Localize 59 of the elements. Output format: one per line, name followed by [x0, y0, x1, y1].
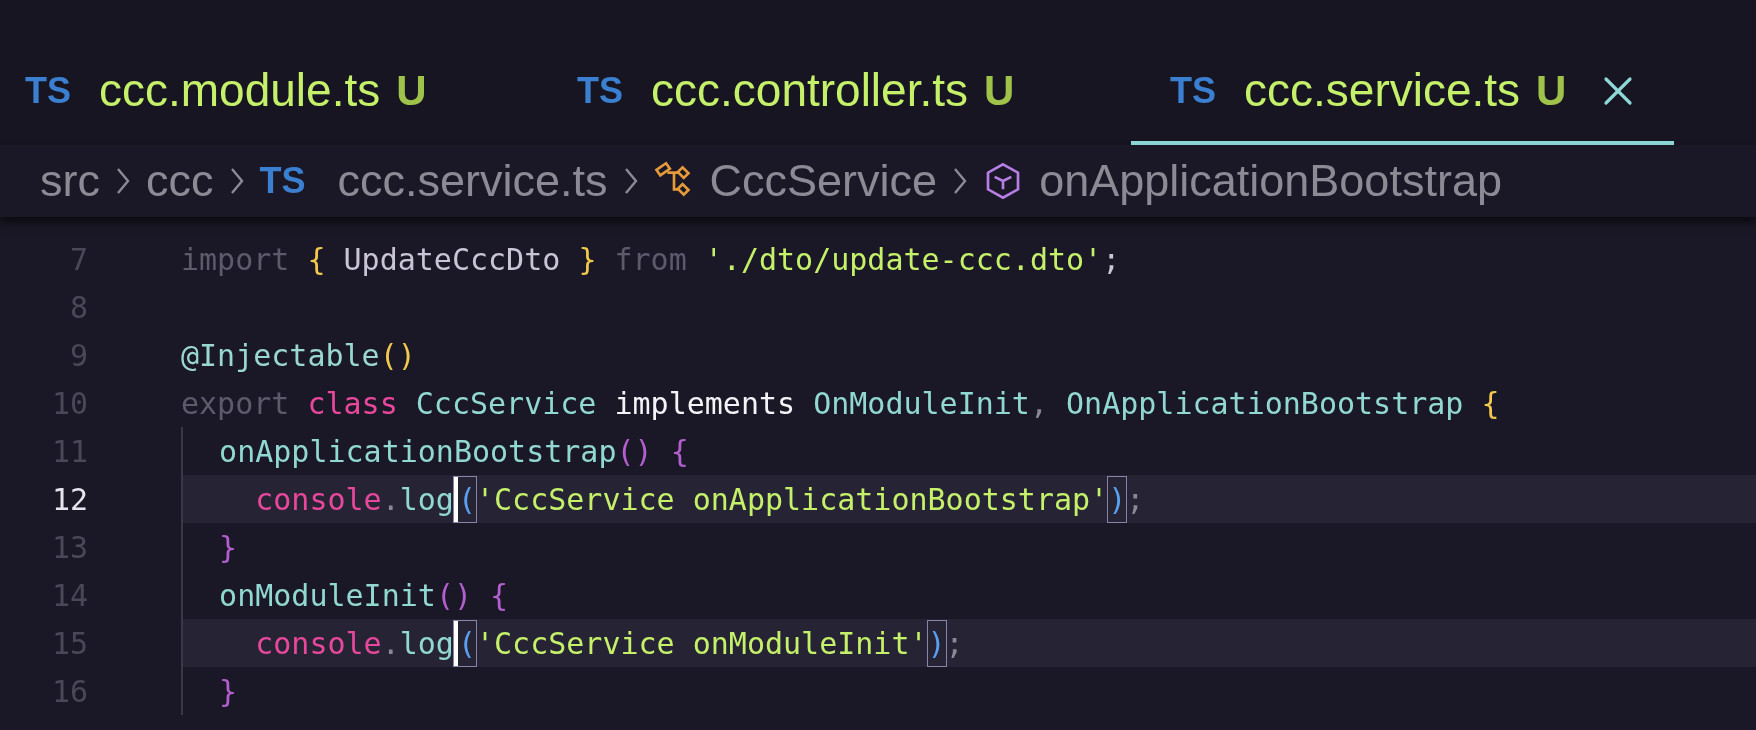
typescript-icon: TS [1170, 63, 1216, 118]
code-token: './dto/update-ccc.dto' [704, 240, 1103, 279]
code-token: import [181, 240, 291, 279]
chevron-icon [953, 167, 968, 195]
code-token: 'CccService onModuleInit' [476, 624, 928, 663]
code-token: console [254, 624, 382, 663]
untracked-status: U [984, 66, 1015, 116]
code-token: UpdateCccDto [342, 240, 562, 279]
breadcrumb-item[interactable]: ccc.service.ts [337, 147, 608, 215]
typescript-icon: TS [577, 63, 623, 118]
code-token: class [307, 384, 398, 423]
code-token: implements [614, 384, 796, 423]
code-token: ( [453, 476, 476, 522]
code-token: . [381, 624, 400, 663]
breadcrumb-item[interactable]: CccService [709, 147, 938, 215]
code-token: onModuleInit [218, 576, 436, 615]
code-token: ( [453, 620, 476, 666]
code-token: OnApplicationBootstrap [1066, 384, 1465, 423]
code-token: console [254, 480, 382, 519]
code-token: } [578, 240, 597, 279]
chevron-icon [229, 167, 244, 195]
code-token: } [218, 528, 238, 567]
breadcrumb-item[interactable]: onApplicationBootstrap [1039, 147, 1502, 215]
code-token: log [399, 624, 454, 663]
breadcrumb-item[interactable]: src [40, 147, 100, 215]
tab-label: ccc.controller.ts [651, 63, 968, 118]
code-token: ) [1108, 476, 1127, 522]
code-token: . [381, 480, 400, 519]
chevron-icon [116, 167, 130, 195]
code-token: ; [1126, 480, 1145, 519]
code-token: () [379, 336, 416, 375]
typescript-icon: TS [259, 154, 306, 208]
untracked-status: U [1536, 66, 1567, 116]
typescript-icon: TS [25, 63, 71, 118]
tab-label: ccc.module.ts [99, 63, 381, 118]
breadcrumb-item[interactable]: ccc [146, 147, 214, 215]
code-token: () { [435, 576, 509, 615]
code-token: ; [945, 624, 964, 663]
code-token: from [613, 240, 688, 279]
code-token: log [399, 480, 454, 519]
code-token: { [1481, 384, 1500, 423]
code-token: CccService [414, 384, 598, 423]
code-token: export [181, 384, 291, 423]
code-token: { [307, 240, 326, 279]
code-token: 'CccService onApplicationBootstrap' [476, 480, 1109, 519]
code-token: onApplicationBootstrap [218, 432, 617, 471]
code-token: () { [616, 432, 689, 471]
untracked-status: U [396, 66, 427, 116]
editor-tab[interactable]: TS ccc.controller.ts U [552, 40, 1131, 145]
code-token: OnModuleInit [812, 384, 1030, 423]
code-token: @Injectable [181, 336, 380, 375]
code-token: , [1029, 384, 1049, 423]
code-token: ; [1102, 240, 1121, 279]
editor-tab[interactable]: TS ccc.module.ts U [0, 40, 552, 145]
code-token: } [218, 672, 238, 711]
code-token: ) [927, 620, 946, 666]
chevron-icon [623, 167, 638, 195]
line-number: 12 [50, 480, 88, 519]
tab-label: ccc.service.ts [1244, 63, 1521, 118]
